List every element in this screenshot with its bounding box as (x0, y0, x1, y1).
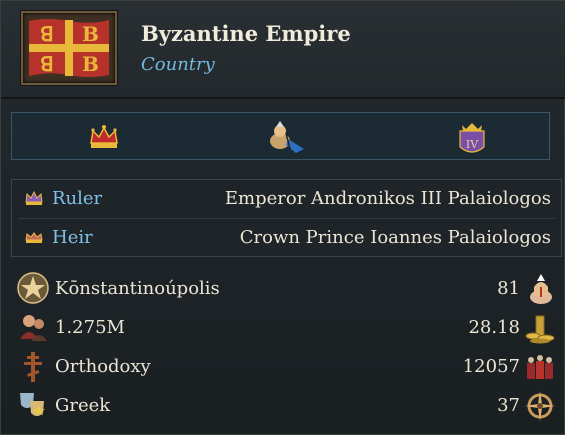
navy-value: 37 (497, 395, 520, 416)
religion-row[interactable]: Orthodoxy 12057 (1, 348, 565, 386)
capital-star-icon (17, 272, 49, 308)
svg-text:ꓭ: ꓭ (40, 22, 54, 46)
culture-row[interactable]: Greek 37 (1, 387, 565, 425)
culture-name[interactable]: Greek (55, 395, 110, 416)
capital-value: 81 (497, 278, 520, 299)
crown-icon[interactable] (86, 119, 122, 155)
flag-frame[interactable]: ꓭ B ꓭ B (21, 11, 117, 85)
religion-name[interactable]: Orthodoxy (55, 356, 151, 377)
army-icon (524, 351, 556, 387)
country-panel: ꓭ B ꓭ B Byzantine Empire Country IV Rule… (0, 0, 565, 435)
heir-row[interactable]: Heir Crown Prince Ioannes Palaiologos (12, 219, 561, 257)
diplomat-icon[interactable] (266, 119, 304, 155)
header-divider (1, 97, 565, 99)
svg-text:B: B (82, 52, 99, 76)
clergy-icon (526, 273, 556, 309)
svg-text:ꓭ: ꓭ (40, 52, 54, 76)
army-value: 12057 (462, 356, 520, 377)
svg-text:IV: IV (466, 138, 479, 151)
country-title: Byzantine Empire (141, 21, 351, 46)
capital-name[interactable]: Kōnstantinoúpolis (55, 278, 220, 299)
country-type-link[interactable]: Country (141, 54, 215, 75)
gold-coins-icon (524, 312, 556, 348)
rank-iv-icon[interactable]: IV (454, 119, 490, 155)
country-tabs-bar: IV (11, 112, 550, 160)
heir-name[interactable]: Crown Prince Ioannes Palaiologos (240, 227, 551, 248)
population-icon (17, 311, 49, 347)
ruler-heir-box: Ruler Emperor Andronikos III Palaiologos… (11, 179, 562, 257)
svg-text:B: B (82, 22, 99, 46)
heir-label: Heir (52, 227, 93, 248)
ruler-row[interactable]: Ruler Emperor Andronikos III Palaiologos (12, 180, 561, 219)
population-row[interactable]: 1.275M 28.18 (1, 309, 565, 347)
heir-crown-icon (24, 229, 44, 248)
ruler-name[interactable]: Emperor Andronikos III Palaiologos (225, 188, 551, 209)
capital-row[interactable]: Kōnstantinoúpolis 81 (1, 270, 565, 308)
byzantine-flag-icon: ꓭ B ꓭ B (29, 19, 109, 77)
orthodox-cross-icon (17, 350, 49, 388)
country-header: ꓭ B ꓭ B Byzantine Empire Country (1, 1, 565, 97)
compass-icon (524, 390, 556, 426)
ruler-label: Ruler (52, 188, 103, 209)
income-value: 28.18 (468, 317, 520, 338)
population-value: 1.275M (55, 317, 125, 338)
culture-masks-icon (17, 389, 49, 425)
ruler-crown-icon (24, 190, 44, 210)
